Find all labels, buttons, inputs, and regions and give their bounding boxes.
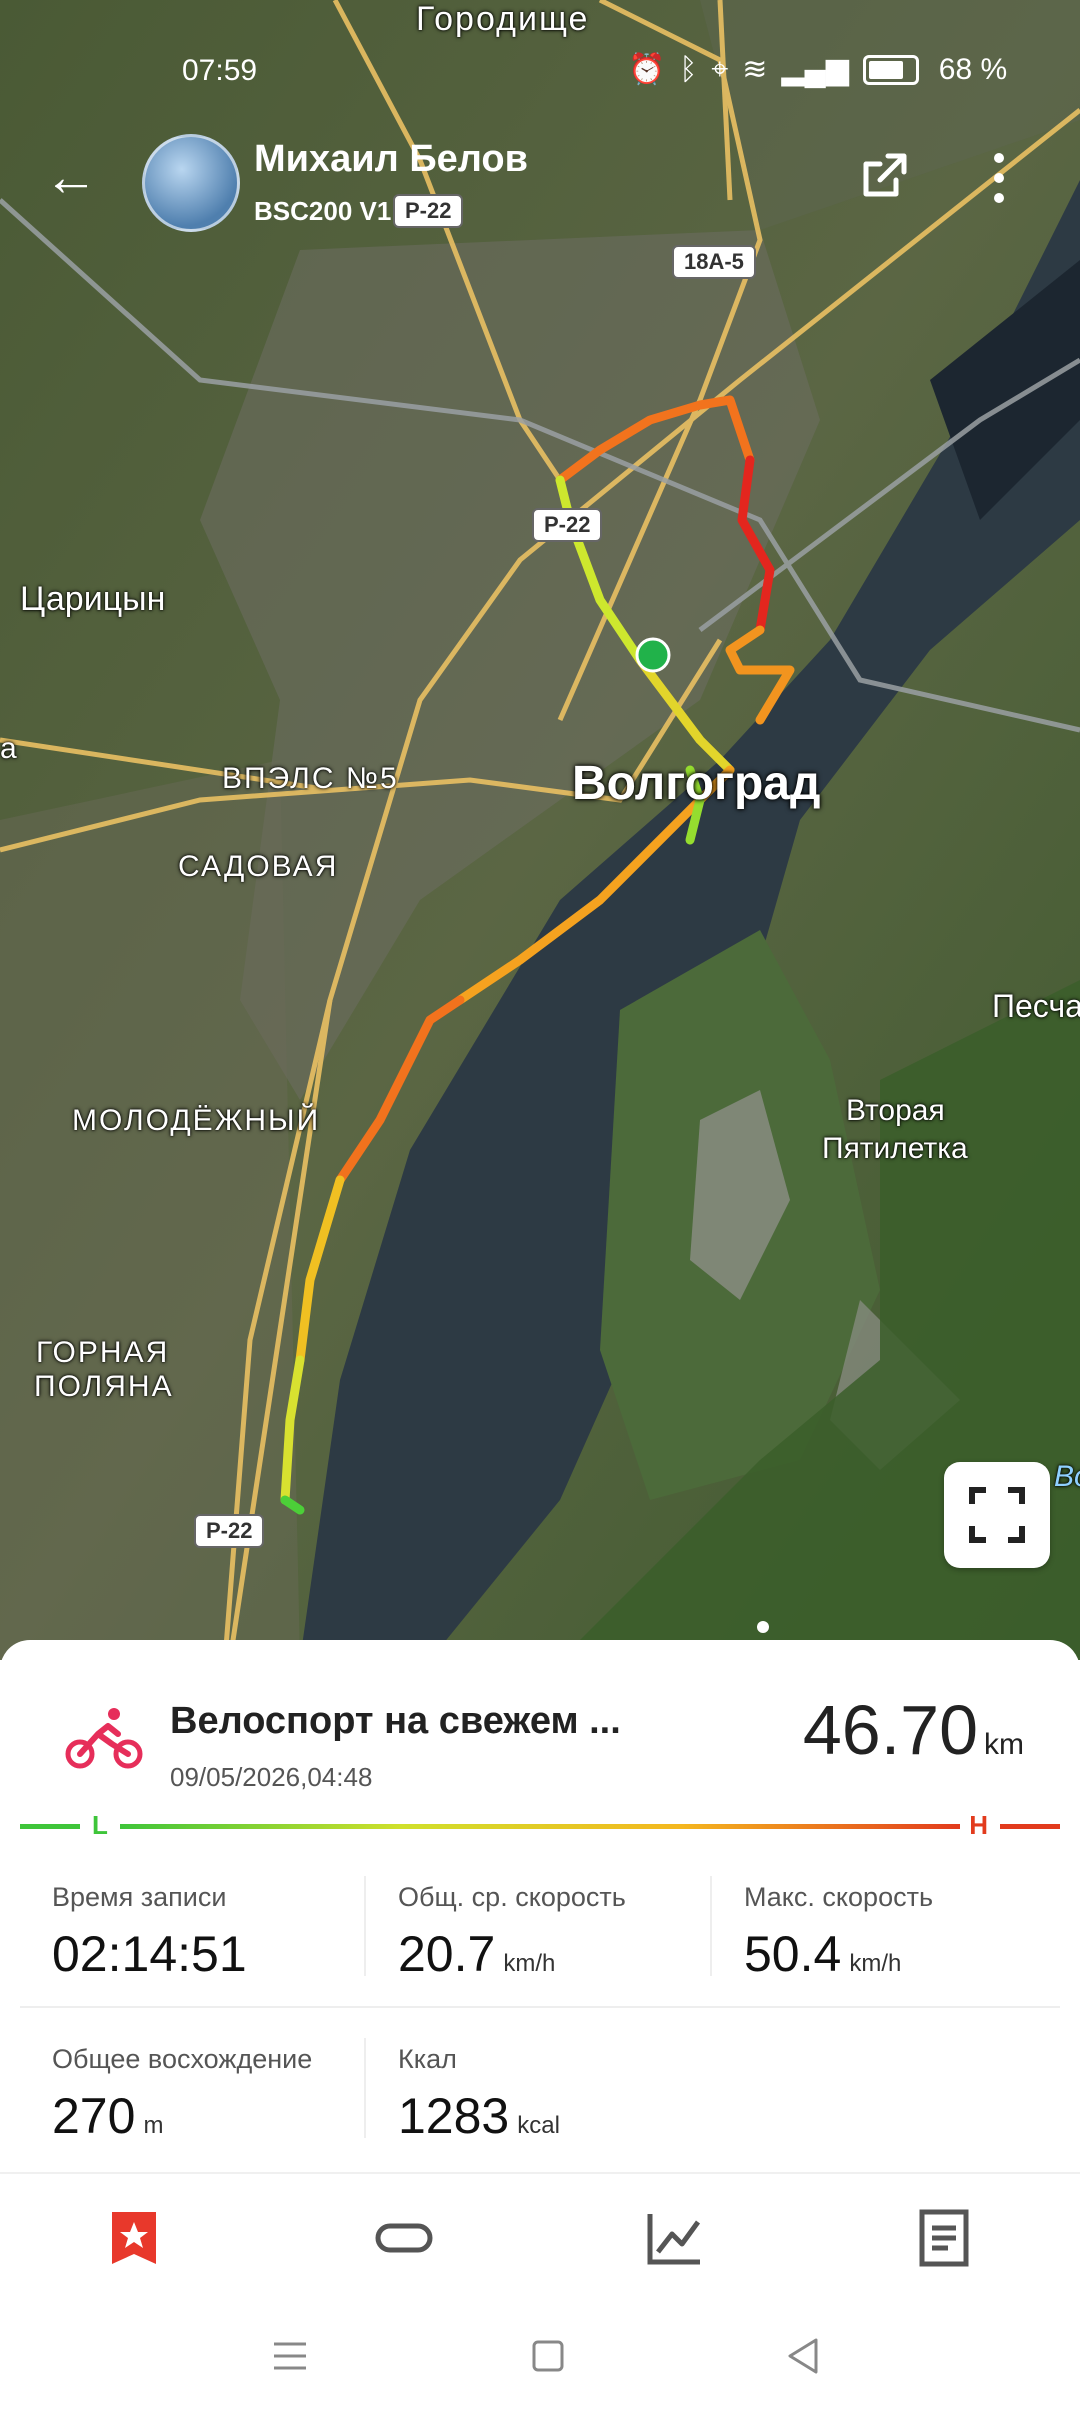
bottom-tab-bar <box>0 2172 1080 2304</box>
highlights-icon[interactable] <box>104 2208 164 2268</box>
map-label-vpels5: ВПЭЛС №5 <box>222 762 399 795</box>
fullscreen-icon <box>969 1487 1025 1543</box>
stat-number: 20.7 <box>398 1926 496 1982</box>
status-icons: ⏰ ᛒ ⌖ ≋ ▂▄▆ 68 % <box>628 52 1007 87</box>
menu-icon[interactable] <box>268 2334 312 2378</box>
divider <box>710 1876 712 1976</box>
activity-date: 09/05/2026,04:48 <box>170 1762 373 1792</box>
stat-unit: m <box>143 2112 164 2139</box>
track-icon[interactable] <box>374 2208 434 2268</box>
stat-unit: km/h <box>503 1950 556 1977</box>
satellite-map-background <box>0 0 1080 1660</box>
header: ← Михаил Белов BSC200 V1 <box>0 120 1080 240</box>
user-name: Михаил Белов <box>254 138 528 180</box>
map-label-gornaya: ГОРНАЯ <box>36 1336 170 1369</box>
device-name: BSC200 V1 <box>254 196 392 226</box>
stat-value: 270 m <box>52 2087 382 2145</box>
road-label-r22-top: Р-22 <box>393 194 464 228</box>
route-map[interactable]: 07:59 ⏰ ᛒ ⌖ ≋ ▂▄▆ 68 % ← Михаил Белов BS… <box>0 0 1080 1660</box>
fullscreen-button[interactable] <box>944 1462 1050 1568</box>
chart-icon[interactable] <box>644 2208 704 2268</box>
divider <box>364 1876 366 1976</box>
home-icon[interactable] <box>526 2334 570 2378</box>
map-label-edge-a: а <box>0 732 17 765</box>
more-options-icon[interactable] <box>984 148 1014 208</box>
stat-avg-speed: Общ. ср. скорость 20.7 km/h <box>398 1882 728 1983</box>
stat-value: 50.4 km/h <box>744 1925 1074 1983</box>
stat-number: 02:14:51 <box>52 1926 247 1982</box>
battery-icon <box>862 54 919 85</box>
stat-max-speed: Макс. скорость 50.4 km/h <box>744 1882 1074 1983</box>
map-label-vtoraya: Вторая <box>846 1094 945 1127</box>
distance-value: 46.70 <box>802 1691 978 1769</box>
stat-kcal: Ккал 1283 kcal <box>398 2044 728 2145</box>
map-label-edge-vo: Во <box>1054 1460 1080 1493</box>
road-label-r22-bottom: Р-22 <box>194 1514 265 1548</box>
map-label-volgograd: Волгоград <box>572 757 821 810</box>
signal-icon: ▂▄▆ <box>781 53 849 86</box>
speed-color-scale: L H <box>20 1810 1060 1850</box>
map-label-molodezhny: МОЛОДЁЖНЫЙ <box>72 1104 321 1137</box>
stat-label: Ккал <box>398 2044 457 2074</box>
stat-value: 1283 kcal <box>398 2087 728 2145</box>
status-time: 07:59 <box>182 54 258 87</box>
stat-value: 02:14:51 <box>52 1925 382 1983</box>
stat-label: Время записи <box>52 1882 227 1912</box>
stat-record-time: Время записи 02:14:51 <box>52 1882 382 1983</box>
status-bar: 07:59 ⏰ ᛒ ⌖ ≋ ▂▄▆ 68 % <box>0 40 1080 100</box>
stat-label: Общее восхождение <box>52 2044 313 2074</box>
page-indicator-dot <box>757 1621 769 1633</box>
map-label-sadovaya: САДОВАЯ <box>178 850 339 883</box>
divider <box>364 2038 366 2138</box>
alarm-icon: ⏰ <box>628 53 666 86</box>
bluetooth-icon: ᛒ <box>679 52 698 86</box>
avatar[interactable] <box>142 134 240 232</box>
stat-unit: km/h <box>849 1950 902 1977</box>
location-icon: ⌖ <box>711 52 729 86</box>
map-label-pyatiletka: Пятилетка <box>822 1132 968 1165</box>
distance-unit: km <box>984 1728 1024 1761</box>
battery-percent: 68 % <box>938 52 1008 86</box>
road-label-r22-mid: Р-22 <box>532 508 603 542</box>
stat-label: Макс. скорость <box>744 1882 934 1912</box>
stat-total-ascent: Общее восхождение 270 m <box>52 2044 382 2145</box>
activity-title[interactable]: Велоспорт на свежем ... <box>170 1700 621 1743</box>
details-icon[interactable] <box>914 2208 974 2268</box>
stat-unit: kcal <box>517 2112 560 2139</box>
map-label-gorodishche: Городище <box>416 0 590 38</box>
share-icon[interactable] <box>858 150 910 202</box>
scale-high-label: H <box>969 1810 988 1840</box>
stat-number: 50.4 <box>744 1926 842 1982</box>
system-navigation-bar <box>0 2302 1080 2412</box>
cycling-icon <box>65 1708 143 1769</box>
map-label-polyana: ПОЛЯНА <box>34 1370 174 1403</box>
wifi-icon: ≋ <box>742 53 768 86</box>
stat-number: 270 <box>52 2088 136 2144</box>
scale-low-line <box>20 1824 80 1829</box>
map-label-tsaritsyn: Царицын <box>20 580 166 618</box>
divider <box>20 2006 1060 2008</box>
activity-distance: 46.70 km <box>803 1690 1024 1770</box>
scale-low-label: L <box>92 1810 108 1840</box>
stat-label: Общ. ср. скорость <box>398 1882 626 1912</box>
stat-value: 20.7 km/h <box>398 1925 728 1983</box>
back-icon[interactable] <box>782 2334 826 2378</box>
back-arrow-icon[interactable]: ← <box>44 150 98 204</box>
map-label-pescha: Песча <box>992 988 1080 1024</box>
road-label-18a5: 18А-5 <box>672 245 756 279</box>
scale-gradient-bar <box>120 1824 960 1829</box>
scale-high-line <box>1000 1824 1060 1829</box>
stat-number: 1283 <box>398 2088 510 2144</box>
